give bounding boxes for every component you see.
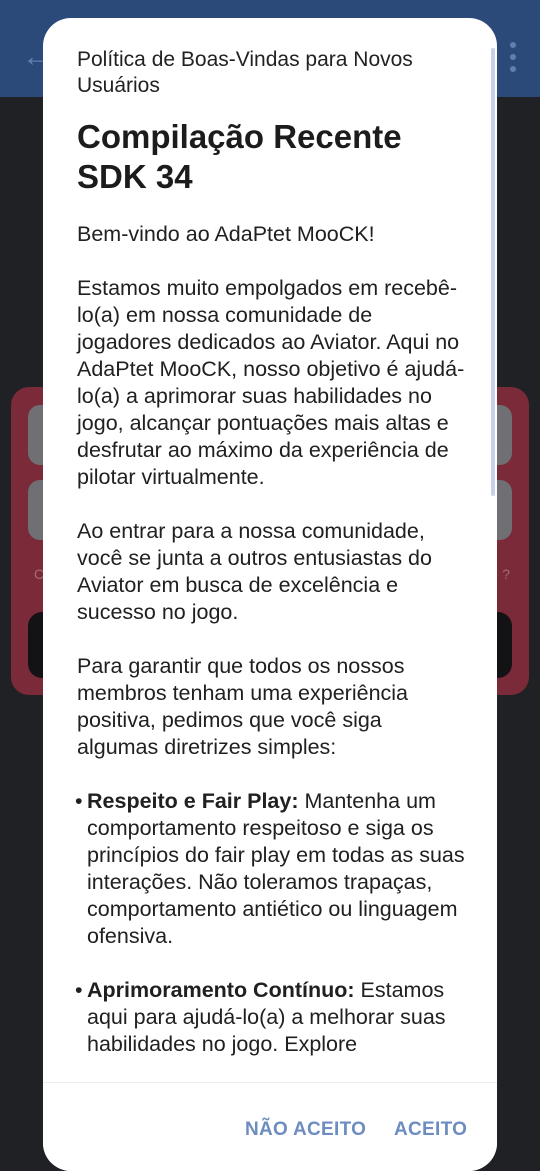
welcome-paragraph: Bem-vindo ao AdaPtet MooCK! <box>77 222 375 246</box>
list-item: • Aprimoramento Contínuo: Estamos aqui pa… <box>75 977 467 1058</box>
community-paragraph: Ao entrar para a nossa comunidade, você … <box>77 519 432 624</box>
accept-button[interactable]: ACEITO <box>394 1119 467 1141</box>
decline-button[interactable]: NÃO ACEITO <box>245 1119 366 1141</box>
intro-paragraph: Estamos muito empolgados em recebê-lo(a)… <box>77 276 465 489</box>
dialog-heading: Compilação Recente SDK 34 <box>77 118 402 195</box>
list-item: • Respeito e Fair Play: Mantenha um compo… <box>75 788 467 950</box>
guidelines-paragraph: Para garantir que todos os nossos membro… <box>77 654 409 759</box>
guidelines-list: • Respeito e Fair Play: Mantenha um compo… <box>75 788 467 1058</box>
bullet-title: Aprimoramento Contínuo: <box>87 978 355 1002</box>
scrollbar[interactable] <box>491 48 495 496</box>
dialog-actions: NÃO ACEITO ACEITO <box>43 1082 497 1171</box>
dialog-scroll-area[interactable]: Política de Boas-Vindas para Novos Usuár… <box>43 18 497 1082</box>
forgot-link[interactable]: ? <box>502 566 510 582</box>
bullet-title: Respeito e Fair Play: <box>87 789 299 813</box>
bullet-icon: • <box>75 978 83 1002</box>
more-vert-icon[interactable] <box>508 42 518 72</box>
welcome-policy-dialog: Política de Boas-Vindas para Novos Usuár… <box>43 18 497 1171</box>
bullet-icon: • <box>75 789 83 813</box>
dialog-title: Política de Boas-Vindas para Novos Usuár… <box>77 48 413 97</box>
